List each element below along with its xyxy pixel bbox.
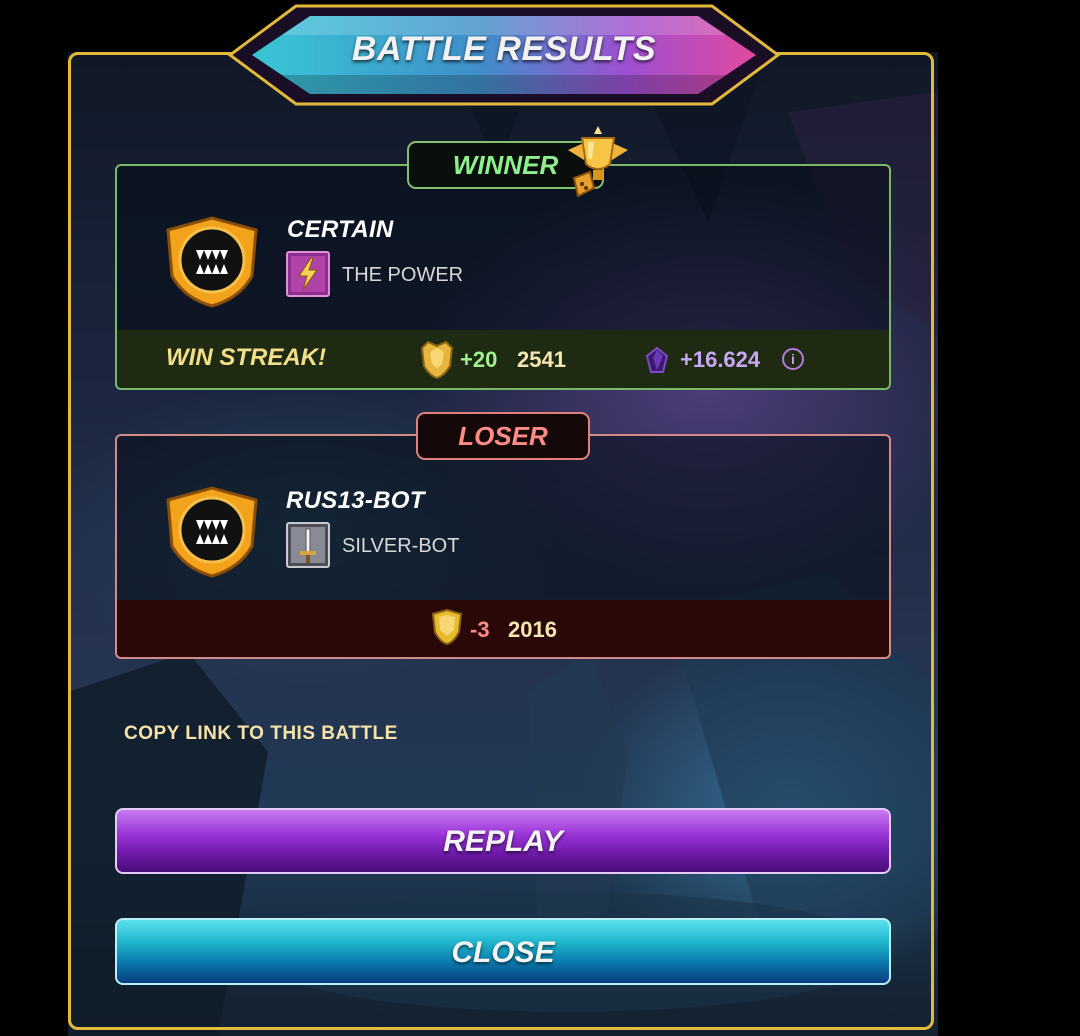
page-title: BATTLE RESULTS [351, 30, 657, 68]
winner-rating: 2541 [517, 347, 566, 372]
winner-reward-change: +16.624 [680, 347, 761, 372]
loser-rating: 2016 [508, 617, 557, 642]
sword-banner-icon [286, 522, 330, 568]
loser-fanged-maw-badge-icon [166, 486, 258, 578]
winner-guild-name[interactable]: THE POWER [342, 264, 463, 287]
lightning-banner-icon [286, 251, 330, 297]
winner-rating-change: +20 [460, 347, 498, 372]
winner-fanged-maw-badge-icon [166, 216, 258, 308]
close-button[interactable]: CLOSE [115, 918, 891, 985]
info-icon[interactable]: i [782, 348, 804, 370]
winner-rating-shield-icon [420, 340, 454, 380]
loser-stats-bar [117, 600, 889, 657]
win-streak-label: WIN STREAK! [166, 344, 326, 371]
winner-player-name[interactable]: CERTAIN [287, 216, 394, 244]
replay-button[interactable]: REPLAY [115, 808, 891, 874]
loser-rating-change: -3 [470, 617, 490, 642]
loser-tag: LOSER [416, 412, 590, 460]
loser-rating-shield-icon [431, 608, 463, 646]
dark-crystal-icon [645, 346, 669, 373]
loser-guild-name[interactable]: SILVER-BOT [342, 535, 459, 558]
copy-link-button[interactable]: COPY LINK TO THIS BATTLE [124, 723, 398, 745]
winged-trophy-icon [568, 126, 628, 198]
loser-player-name[interactable]: RUS13-BOT [286, 487, 425, 515]
